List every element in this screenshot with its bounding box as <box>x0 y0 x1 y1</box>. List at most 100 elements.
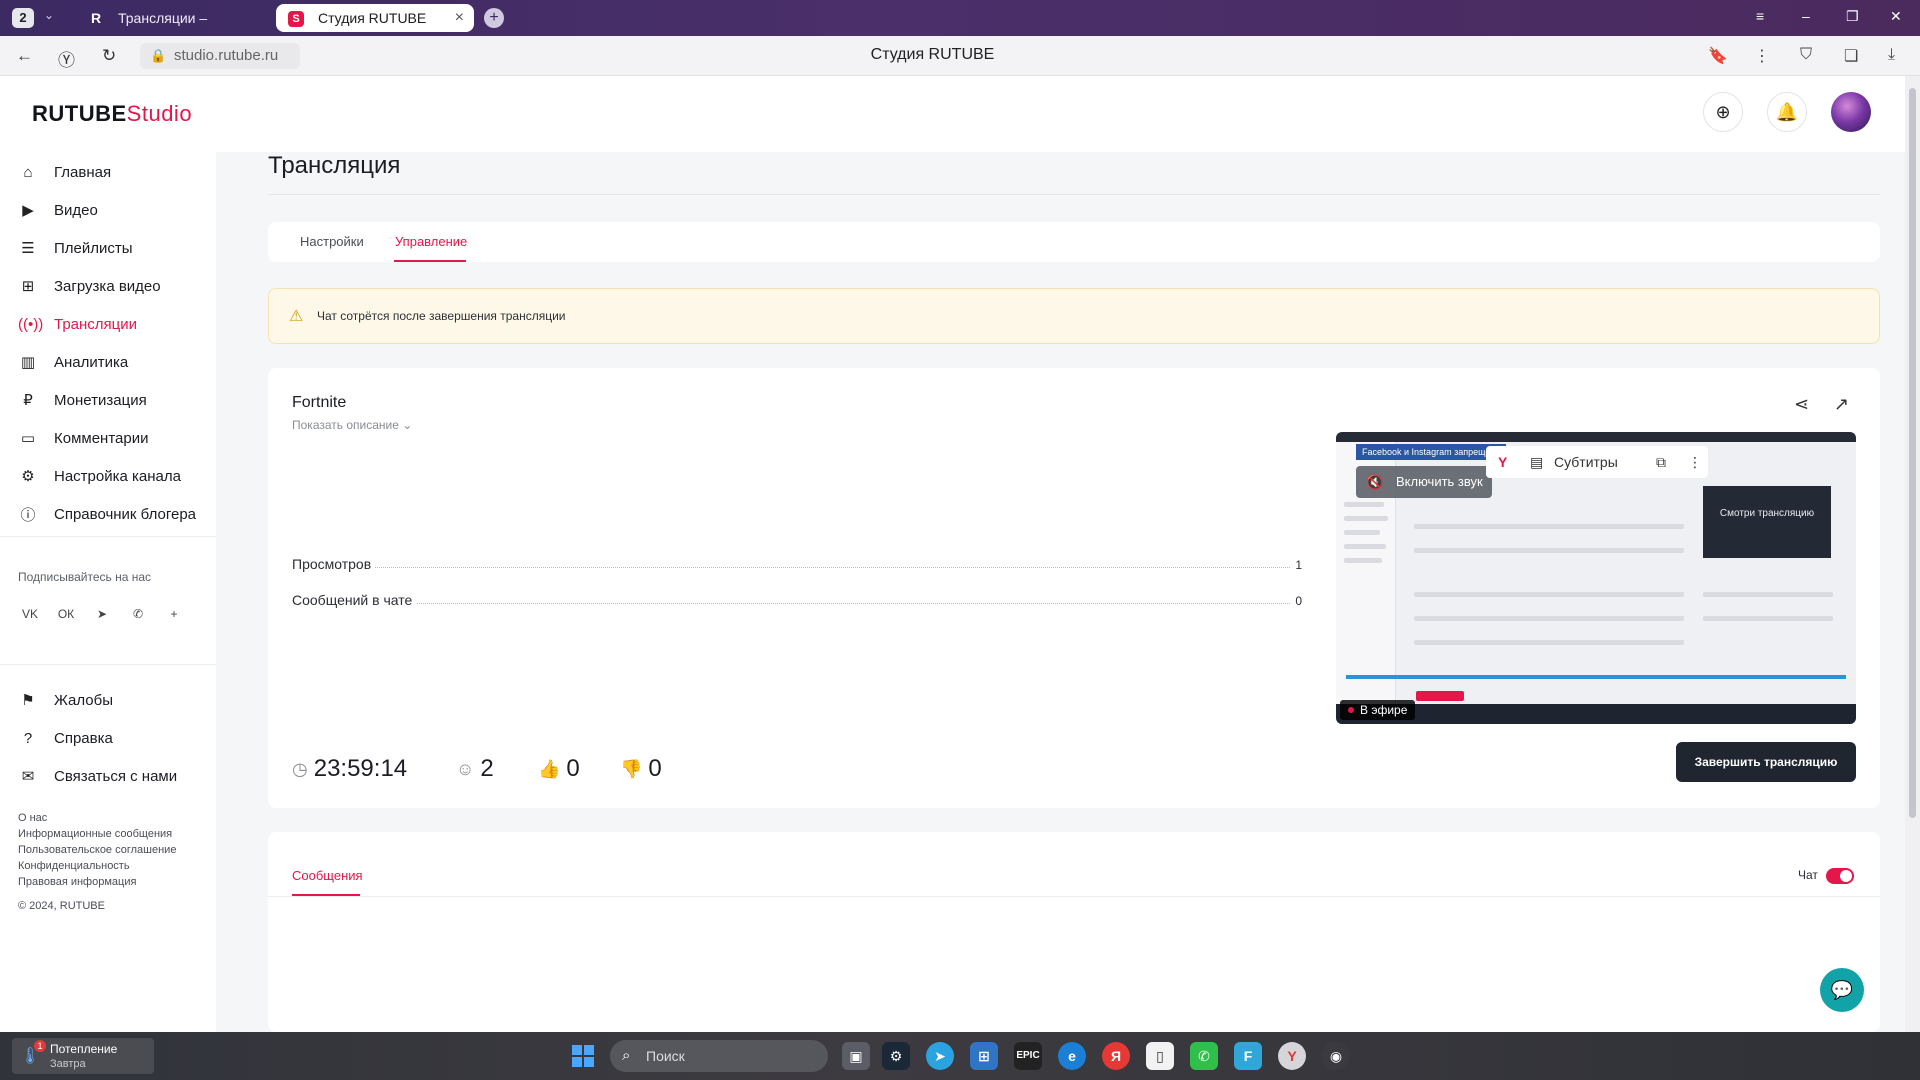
page-scrollbar[interactable] <box>1905 76 1920 1032</box>
footer-link-legal[interactable]: Правовая информация <box>18 876 136 888</box>
obs-icon[interactable]: ◉ <box>1322 1042 1350 1070</box>
duration-metric: ◷ 23:59:14 <box>292 754 407 784</box>
sidebar-item-blogger-guide[interactable]: ⓘ Справочник блогера <box>18 502 196 526</box>
subtitles-label[interactable]: Субтитры <box>1554 446 1618 478</box>
stream-preview-player[interactable]: Смотри трансляцию Facebook и Instagram з… <box>1336 432 1856 724</box>
shield-icon[interactable]: ⛉ <box>1800 46 1812 64</box>
restore-icon[interactable]: ❐ <box>1846 8 1859 25</box>
footer-link-info[interactable]: Информационные сообщения <box>18 828 172 840</box>
footer-link-agreement[interactable]: Пользовательское соглашение <box>18 844 176 856</box>
end-stream-button[interactable]: Завершить трансляцию <box>1676 742 1856 782</box>
steam-icon[interactable]: ⚙ <box>882 1042 910 1070</box>
yandex-active-icon[interactable]: Y <box>1278 1042 1306 1070</box>
analytics-icon: ▥ <box>20 354 36 371</box>
yandex-y-icon[interactable]: Y <box>1498 446 1507 478</box>
studio-header: RUTUBEStudio ⊕ 🔔 <box>0 76 1905 152</box>
preview-progress-line <box>1346 675 1846 679</box>
rutube-studio-logo[interactable]: RUTUBEStudio <box>32 101 192 127</box>
footer-link-privacy[interactable]: Конфиденциальность <box>18 860 130 872</box>
subtitles-icon[interactable]: ▤ <box>1530 446 1543 478</box>
edge-icon[interactable]: e <box>1058 1042 1086 1070</box>
preview-line <box>1414 592 1684 597</box>
close-window-icon[interactable]: ✕ <box>1890 8 1902 25</box>
preview-line <box>1344 544 1386 549</box>
odnoklassniki-icon[interactable]: ОК <box>52 600 80 628</box>
live-label: В эфире <box>1360 703 1408 717</box>
tab-settings[interactable]: Настройки <box>300 234 364 249</box>
browser-tab-broadcasts[interactable]: R Трансляции – смотреть в <box>76 3 266 56</box>
tab-list-chevron-icon[interactable]: ⌄ <box>44 8 54 22</box>
sidebar-item-monetization[interactable]: ₽ Монетизация <box>18 388 146 412</box>
sidebar-item-broadcasts[interactable]: ((•)) Трансляции <box>18 312 137 336</box>
downloads-icon[interactable]: ⤓ <box>1888 46 1895 64</box>
add-content-button[interactable]: ⊕ <box>1703 92 1743 132</box>
messages-divider <box>268 896 1880 897</box>
windows-taskbar: 🌡 1 Потепление Завтра ⌕ Поиск ▣ ⚙ ➤ ⊞ EP… <box>0 1032 1920 1080</box>
muted-speaker-icon: 🔇 <box>1366 474 1384 490</box>
vk-icon[interactable]: VK <box>16 600 44 628</box>
browser-tab-studio[interactable]: S Студия RUTUBE × <box>276 4 474 32</box>
menu-icon[interactable]: ≡ <box>1756 8 1764 24</box>
notifications-bell-icon[interactable]: 🔔 <box>1767 92 1807 132</box>
sidebar-item-complaints[interactable]: ⚑ Жалобы <box>18 688 113 712</box>
tab-messages[interactable]: Сообщения <box>292 868 363 883</box>
stat-label: Сообщений в чате <box>292 592 417 608</box>
scroll-thumb[interactable] <box>1909 88 1916 818</box>
preview-red-button <box>1416 691 1464 701</box>
show-description-label: Показать описание <box>292 418 399 432</box>
stat-views: Просмотров 1 <box>292 556 1302 576</box>
user-avatar[interactable] <box>1831 92 1871 132</box>
yandex-browser-icon[interactable]: Я <box>1102 1042 1130 1070</box>
duration-value: 23:59:14 <box>313 755 408 782</box>
more-social-icon[interactable]: + <box>160 600 188 628</box>
copyright: © 2024, RUTUBE <box>18 900 105 912</box>
share-icon[interactable]: ⋖ <box>1794 394 1809 415</box>
sidebar-item-upload[interactable]: ⊞ Загрузка видео <box>18 274 161 298</box>
phone-app-icon[interactable]: ✆ <box>1190 1042 1218 1070</box>
viewers-value: 2 <box>480 755 494 782</box>
tab-count-badge[interactable]: 2 <box>12 8 34 28</box>
likes-metric: 👍 0 <box>538 754 580 784</box>
warning-icon: ⚠ <box>289 308 304 325</box>
telegram-app-icon[interactable]: ➤ <box>926 1042 954 1070</box>
taskbar-search[interactable]: ⌕ Поиск <box>610 1040 828 1072</box>
show-description-toggle[interactable]: Показать описание ⌄ <box>292 418 412 432</box>
sidebar-item-home[interactable]: ⌂ Главная <box>18 160 111 184</box>
sidebar-item-channel-settings[interactable]: ⚙ Настройка канала <box>18 464 181 488</box>
sidebar-item-help[interactable]: ? Справка <box>18 726 113 750</box>
close-tab-icon[interactable]: × <box>455 4 464 32</box>
support-chat-button[interactable]: 💬 <box>1820 968 1864 1012</box>
weather-widget[interactable]: 🌡 1 Потепление Завтра <box>12 1038 154 1074</box>
footer-link-about[interactable]: О нас <box>18 812 47 824</box>
comment-icon: ▭ <box>20 430 36 447</box>
sidebar-item-playlists[interactable]: ☰ Плейлисты <box>18 236 132 260</box>
sidebar-item-video[interactable]: ▶ Видео <box>18 198 98 222</box>
task-view-icon[interactable]: ▣ <box>842 1042 870 1070</box>
chat-toggle[interactable] <box>1826 868 1854 884</box>
sidebar-item-contact[interactable]: ✉ Связаться с нами <box>18 764 177 788</box>
unmute-button[interactable]: 🔇 Включить звук <box>1356 466 1492 498</box>
file-icon[interactable]: ▯ <box>1146 1042 1174 1070</box>
viber-icon[interactable]: ✆ <box>124 600 152 628</box>
new-tab-button[interactable]: + <box>484 8 504 28</box>
minimize-icon[interactable]: – <box>1802 8 1810 24</box>
sidebar-item-comments[interactable]: ▭ Комментарии <box>18 426 149 450</box>
microsoft-store-icon[interactable]: ⊞ <box>970 1042 998 1070</box>
chevron-down-icon: ⌄ <box>402 418 413 432</box>
open-external-icon[interactable]: ↗ <box>1834 394 1849 415</box>
picture-in-picture-icon[interactable]: ⧉ <box>1656 446 1666 478</box>
player-more-icon[interactable]: ⋮ <box>1688 446 1702 478</box>
telegram-icon[interactable]: ➤ <box>88 600 116 628</box>
logo-main: RUTUBE <box>32 101 127 126</box>
chat-toggle-label: Чат <box>1798 868 1818 882</box>
app-f-icon[interactable]: F <box>1234 1042 1262 1070</box>
collections-icon[interactable]: ❏ <box>1844 46 1858 66</box>
tab-management[interactable]: Управление <box>395 234 467 249</box>
more-icon[interactable]: ⋮ <box>1754 46 1770 66</box>
preview-line <box>1344 530 1380 535</box>
dotted-leader <box>292 603 1302 604</box>
bookmark-icon[interactable]: 🔖 <box>1708 46 1728 66</box>
sidebar-item-analytics[interactable]: ▥ Аналитика <box>18 350 128 374</box>
epic-games-icon[interactable]: EPIC <box>1014 1042 1042 1070</box>
windows-start-icon[interactable] <box>572 1045 594 1067</box>
